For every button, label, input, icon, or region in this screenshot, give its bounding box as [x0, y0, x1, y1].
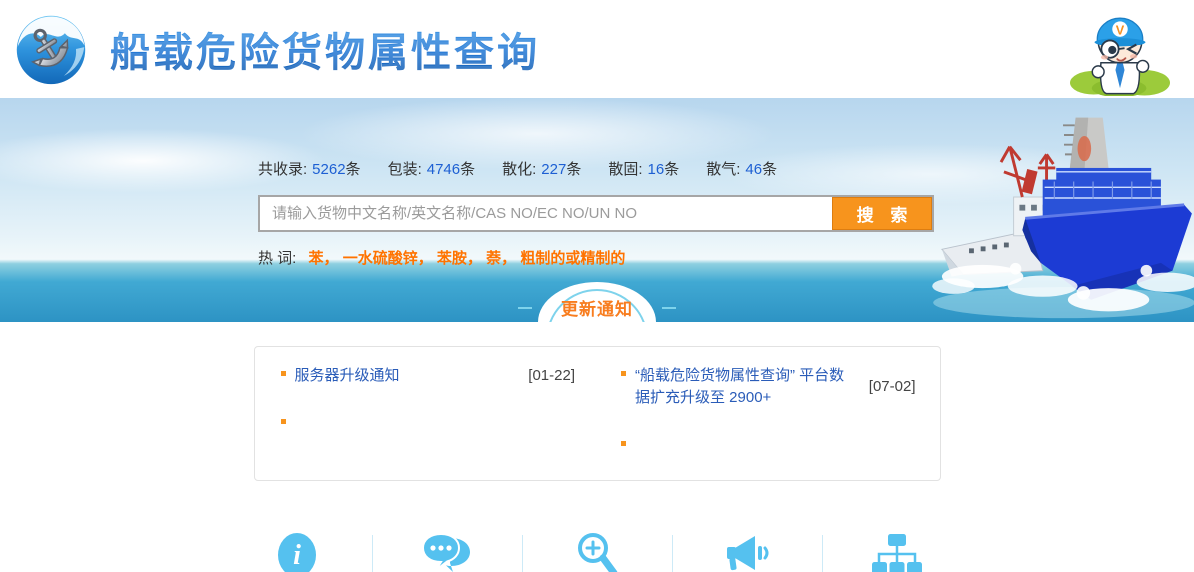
hot-words-row: 热 词: 苯 一水硫酸锌 苯胺 萘 粗制的或精制的 — [258, 247, 934, 268]
stat-bulk-gas: 散气:46条 — [706, 158, 777, 179]
anchor-wave-logo-icon — [14, 12, 88, 86]
header: 船载危险货物属性查询 V — [0, 0, 1194, 98]
ribbon-label: 更新通知 — [538, 295, 656, 320]
footer-item-disclaimer[interactable]: 免责声明 — [672, 531, 822, 572]
ribbon-semicircle: 更新通知 — [538, 282, 656, 322]
hero-banner: 共收录:5262条 包装:4746条 散化:227条 散固:16条 散气:46条… — [0, 98, 1194, 322]
bullet-icon — [621, 371, 626, 376]
notice-item — [279, 413, 576, 430]
search-button[interactable]: 搜 索 — [832, 197, 932, 230]
search-bar: 搜 索 — [258, 195, 934, 232]
notice-box: 服务器升级通知 [01-22] “船载危险货物属性查询” 平台数据扩充升级至 2… — [254, 346, 941, 481]
sitemap-download-icon — [871, 532, 923, 572]
notice-date: [01-22] — [528, 365, 575, 387]
cargo-ship-illustration-icon — [928, 104, 1194, 322]
hot-words-label: 热 词: — [258, 250, 296, 267]
footer-item-feedback[interactable]: 意见反馈 — [372, 531, 522, 572]
megaphone-icon — [721, 532, 773, 572]
hot-word-link[interactable]: 苯 — [309, 250, 339, 267]
collection-stats: 共收录:5262条 包装:4746条 散化:227条 散固:16条 散气:46条 — [258, 158, 934, 179]
notice-column-right: “船载危险货物属性查询” 平台数据扩充升级至 2900+ [07-02] — [597, 365, 938, 478]
update-notice-ribbon: 更新通知 — [538, 282, 656, 322]
stat-total: 共收录:5262条 — [258, 158, 361, 179]
notice-item: 服务器升级通知 [01-22] — [279, 365, 576, 387]
hero-content: 共收录:5262条 包装:4746条 散化:227条 散固:16条 散气:46条… — [258, 158, 934, 268]
bullet-icon — [621, 441, 626, 446]
notice-column-left: 服务器升级通知 [01-22] — [257, 365, 598, 478]
footer-item-platform-intro[interactable]: i 平台简介 — [222, 531, 372, 572]
stat-bulk-solid: 散固:16条 — [608, 158, 679, 179]
bullet-icon — [281, 419, 286, 424]
hot-word-link[interactable]: 一水硫酸锌 — [343, 250, 433, 267]
notice-link[interactable]: “船载危险货物属性查询” 平台数据扩充升级至 2900+ — [635, 367, 844, 406]
footer-nav: i 平台简介 意见反馈 — [0, 531, 1194, 572]
hot-word-link[interactable]: 粗制的或精制的 — [520, 250, 625, 267]
hot-word-link[interactable]: 苯胺 — [437, 250, 482, 267]
page: 船载危险货物属性查询 V — [0, 0, 1194, 572]
footer-item-download[interactable]: 资料下载 — [822, 531, 972, 572]
hot-word-link[interactable]: 萘 — [486, 250, 516, 267]
bullet-icon — [281, 371, 286, 376]
stat-packaged: 包装:4746条 — [388, 158, 476, 179]
engineer-mascot-icon: V — [1070, 4, 1170, 96]
notice-item: “船载危险货物属性查询” 平台数据扩充升级至 2900+ [07-02] — [619, 365, 916, 409]
site-title: 船载危险货物属性查询 — [110, 20, 540, 78]
svg-text:V: V — [1116, 23, 1125, 38]
stat-bulk-chemical: 散化:227条 — [502, 158, 581, 179]
magnifier-plus-icon — [574, 531, 620, 572]
search-input[interactable] — [260, 197, 832, 230]
info-icon: i — [275, 531, 319, 572]
footer-item-request-submit[interactable]: 需求提交 — [522, 531, 672, 572]
home-logo-link[interactable]: 船载危险货物属性查询 — [14, 12, 540, 86]
notice-link[interactable]: 服务器升级通知 — [295, 367, 400, 384]
notice-date: [07-02] — [869, 376, 916, 398]
notice-item — [619, 435, 916, 452]
feedback-icon — [421, 532, 473, 572]
svg-text:i: i — [293, 540, 301, 571]
